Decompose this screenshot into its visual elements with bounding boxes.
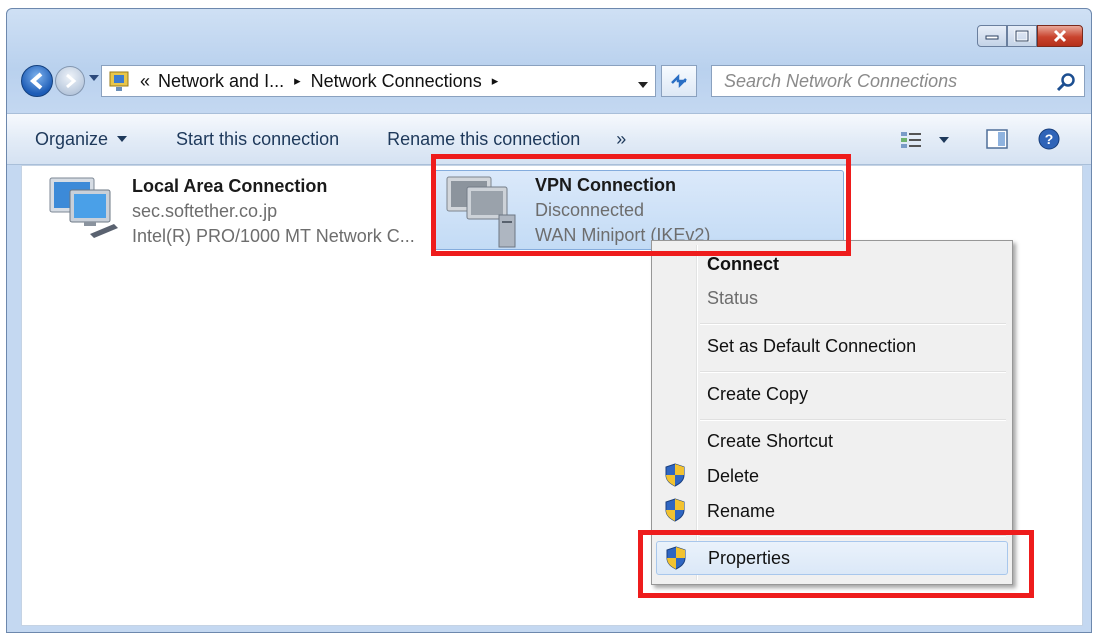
close-button[interactable]: [1037, 25, 1083, 47]
start-connection-button[interactable]: Start this connection: [152, 129, 363, 150]
menu-item-label: Create Copy: [707, 383, 809, 404]
breadcrumb-network-connections[interactable]: Network Connections: [311, 71, 482, 92]
connection-status: sec.softether.co.jp: [132, 201, 278, 221]
menu-separator: [700, 419, 1006, 421]
menu-item-rename[interactable]: Rename: [656, 494, 1008, 528]
maximize-icon: [1014, 30, 1030, 42]
more-commands-label: »: [616, 128, 627, 149]
breadcrumb-prefix[interactable]: «: [140, 71, 150, 92]
maximize-button[interactable]: [1007, 25, 1037, 47]
preview-pane-icon: [986, 129, 1008, 149]
rename-connection-label: Rename this connection: [387, 128, 581, 149]
vpn-highlight-annotation: [431, 154, 851, 256]
search-input[interactable]: Search Network Connections: [711, 65, 1085, 97]
organize-label: Organize: [35, 128, 109, 149]
refresh-icon: [671, 73, 687, 89]
change-view-button[interactable]: [900, 130, 950, 150]
network-adapter-icon: [49, 177, 118, 238]
chevron-down-icon: [638, 82, 648, 88]
breadcrumb-network-and-internet[interactable]: Network and I...: [158, 71, 284, 92]
address-row: « Network and I... ▸ Network Connections…: [21, 63, 1085, 99]
menu-item-status[interactable]: Status: [656, 281, 1008, 315]
local-area-connection-item[interactable]: Local Area Connection sec.softether.co.j…: [44, 172, 415, 249]
menu-item-label: Rename: [707, 500, 776, 521]
help-button[interactable]: ?: [1037, 127, 1061, 156]
help-icon: ?: [1038, 128, 1060, 150]
svg-text:?: ?: [1045, 131, 1054, 147]
breadcrumb-separator[interactable]: ▸: [492, 73, 499, 89]
properties-highlight-annotation: [638, 530, 1034, 598]
forward-arrow-icon: [66, 73, 77, 89]
preview-pane-button[interactable]: [985, 128, 1009, 155]
menu-item-label: Delete: [707, 465, 760, 486]
menu-separator: [700, 323, 1006, 325]
more-commands-button[interactable]: »: [604, 129, 650, 150]
menu-item-label: Set as Default Connection: [707, 335, 917, 356]
back-arrow-icon: [29, 72, 43, 90]
uac-shield-icon: [665, 498, 685, 522]
minimize-button[interactable]: [977, 25, 1007, 47]
view-options-icon: [901, 132, 921, 148]
address-bar[interactable]: « Network and I... ▸ Network Connections…: [101, 65, 656, 97]
chevron-down-icon: [939, 137, 949, 143]
back-button[interactable]: [21, 65, 53, 97]
caption-buttons: [977, 25, 1083, 47]
close-icon: [1053, 29, 1067, 43]
address-history-dropdown[interactable]: [637, 74, 649, 95]
uac-shield-icon: [665, 463, 685, 487]
forward-button[interactable]: [55, 66, 85, 96]
menu-item-delete[interactable]: Delete: [656, 459, 1008, 493]
rename-connection-button[interactable]: Rename this connection: [363, 129, 604, 150]
menu-item-label: Create Shortcut: [707, 430, 834, 451]
menu-separator: [700, 371, 1006, 373]
search-icon: [1056, 73, 1075, 92]
minimize-icon: [985, 35, 999, 40]
organize-button[interactable]: Organize: [7, 129, 152, 150]
menu-item-set-default[interactable]: Set as Default Connection: [656, 329, 1008, 363]
connection-device: Intel(R) PRO/1000 MT Network C...: [132, 226, 415, 246]
refresh-button[interactable]: [661, 65, 697, 97]
network-folder-icon: [109, 71, 129, 91]
recent-pages-dropdown[interactable]: [89, 75, 99, 81]
chevron-down-icon: [117, 136, 128, 142]
menu-item-create-shortcut[interactable]: Create Shortcut: [656, 424, 1008, 458]
search-placeholder: Search Network Connections: [724, 70, 958, 91]
breadcrumb-separator[interactable]: ▸: [294, 73, 301, 89]
menu-item-label: Connect: [707, 253, 779, 274]
start-connection-label: Start this connection: [176, 128, 340, 149]
connection-name: Local Area Connection: [132, 176, 328, 196]
menu-item-label: Status: [707, 287, 759, 308]
menu-item-create-copy[interactable]: Create Copy: [656, 377, 1008, 411]
